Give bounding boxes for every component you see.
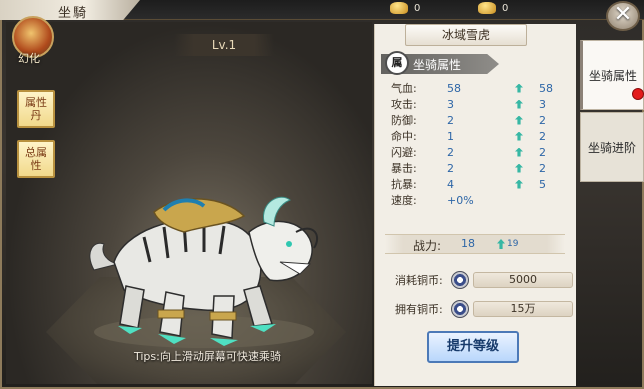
stat-current: 58: [447, 81, 461, 95]
stat-next: 58: [539, 81, 553, 95]
stat-name: 防御:: [391, 114, 417, 127]
copper-coin-icon: [451, 300, 469, 318]
up-arrow-icon: [515, 115, 523, 125]
tab-mount-attributes[interactable]: 坐骑属性: [580, 40, 644, 110]
stat-current: 2: [447, 113, 454, 127]
copper-coin-icon: [451, 271, 469, 289]
stat-next: 2: [539, 129, 546, 143]
close-button[interactable]: ✕: [606, 1, 640, 31]
section-title: 坐骑属性: [413, 58, 462, 72]
attribute-badge-icon: 属: [385, 51, 409, 75]
cost-label: 消耗铜币:: [395, 274, 443, 287]
page-title: 坐騎: [58, 6, 89, 21]
mount-name: 冰域雪虎: [405, 24, 527, 46]
top-bar: 坐騎 0 0: [0, 0, 644, 21]
stat-name: 暴击:: [391, 162, 417, 175]
stat-next: 2: [539, 113, 546, 127]
stat-current: 3: [447, 97, 454, 111]
stat-row-crit: 暴击: 2 2: [391, 160, 571, 176]
stat-row-attack: 攻击: 3 3: [391, 96, 571, 112]
stat-next: 2: [539, 161, 546, 175]
stat-name: 攻击:: [391, 98, 417, 111]
up-arrow-icon: [515, 99, 523, 109]
total-attribute-label: 总属性: [25, 146, 47, 172]
power-bar: [385, 234, 565, 254]
power-label: 战力:: [413, 239, 442, 253]
tab-mount-advance[interactable]: 坐骑进阶: [580, 112, 644, 182]
upgrade-level-button[interactable]: 提升等级: [427, 331, 519, 363]
gold-ingot-icon: [390, 2, 408, 14]
stat-name: 闪避:: [391, 146, 417, 159]
owned-value: 15万: [473, 301, 573, 317]
skin-label: 幻化: [18, 52, 40, 65]
cost-row: 消耗铜币: 5000: [395, 271, 573, 289]
notification-dot-icon: [632, 88, 644, 100]
up-arrow-icon: [515, 83, 523, 93]
stat-row-dodge: 闪避: 2 2: [391, 144, 571, 160]
stat-next: 2: [539, 145, 546, 159]
up-arrow-icon: [515, 179, 523, 189]
stat-row-crit-resist: 抗暴: 4 5: [391, 176, 571, 192]
stat-list: 气血: 58 58 攻击: 3 3 防御: 2 2 命中: 1 2 闪避: 2 …: [391, 80, 571, 208]
gold-ingot-icon: [478, 2, 496, 14]
currency-bound-gold: 0: [478, 2, 508, 14]
stat-next: 5: [539, 177, 546, 191]
currency-gold: 0: [390, 2, 420, 14]
tips-text: Tips:向上滑动屏幕可快速乘骑: [134, 350, 281, 363]
attribute-pill-label: 属性丹: [25, 96, 47, 122]
power-next: 19: [507, 239, 519, 249]
stat-name: 命中:: [391, 130, 417, 143]
power-current: 18: [461, 237, 475, 250]
stat-row-speed: 速度: +0%: [391, 192, 571, 208]
stat-row-hp: 气血: 58 58: [391, 80, 571, 96]
level-label: Lv.1: [174, 34, 274, 56]
total-attribute-button[interactable]: 总属性: [17, 140, 55, 178]
mount-tiger-image: [89, 196, 319, 348]
stat-name: 速度:: [391, 194, 417, 207]
up-arrow-icon: [515, 147, 523, 157]
stat-current: 4: [447, 177, 454, 191]
stat-name: 气血:: [391, 82, 417, 95]
cost-value: 5000: [473, 272, 573, 288]
attribute-panel: 冰域雪虎 属 坐骑属性 气血: 58 58 攻击: 3 3 防御: 2 2 命中…: [374, 24, 576, 386]
attribute-pill-button[interactable]: 属性丹: [17, 90, 55, 128]
stat-row-hit: 命中: 1 2: [391, 128, 571, 144]
currency-gold-amount: 0: [414, 2, 421, 14]
stat-current: 2: [447, 145, 454, 159]
stat-current: +0%: [447, 193, 474, 207]
tab-label: 坐骑进阶: [587, 140, 636, 155]
stat-current: 2: [447, 161, 454, 175]
stat-row-defense: 防御: 2 2: [391, 112, 571, 128]
tab-label: 坐骑属性: [588, 68, 637, 83]
stat-next: 3: [539, 97, 546, 111]
owned-row: 拥有铜币: 15万: [395, 300, 573, 318]
up-arrow-icon: [515, 163, 523, 173]
mount-stage[interactable]: Lv.1 Tips:向上滑动屏幕可快速乘骑: [6, 22, 372, 384]
stat-current: 1: [447, 129, 454, 143]
currency-bound-gold-amount: 0: [502, 2, 509, 14]
stat-name: 抗暴:: [391, 178, 417, 191]
up-arrow-icon: [515, 131, 523, 141]
owned-label: 拥有铜币:: [395, 303, 443, 316]
